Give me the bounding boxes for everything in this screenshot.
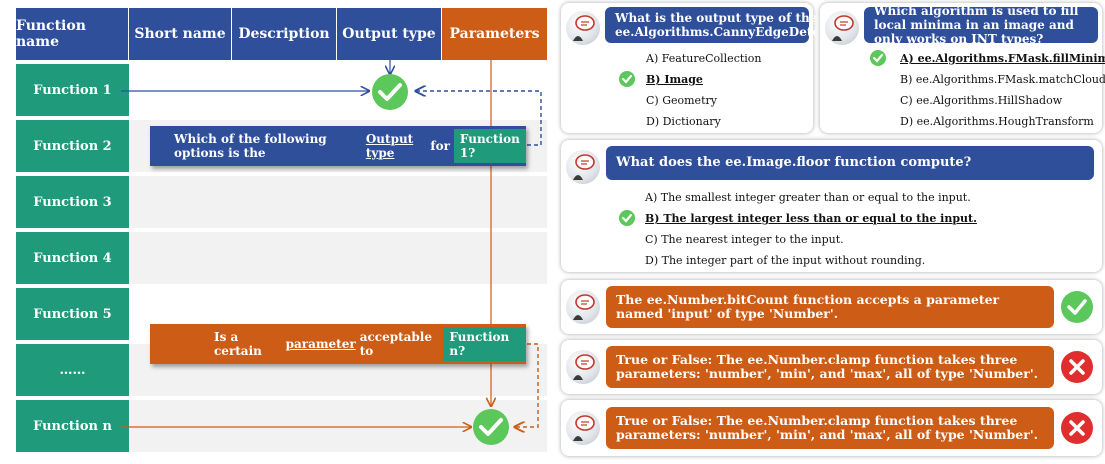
quiz-card-1: What is the output type of the ee.Algori…: [561, 3, 854, 133]
chat-avatar-icon: [566, 290, 600, 324]
quiz-card-3: What does the ee.Image.floor function co…: [561, 140, 1102, 272]
check-icon: [870, 50, 886, 66]
q3-option-a[interactable]: A) The smallest integer greater than or …: [645, 191, 971, 204]
callout2-underlined: parameter: [285, 337, 356, 351]
check-icon: [473, 409, 509, 445]
s3-statement-box: True or False: The ee.Number.clamp funct…: [606, 407, 1054, 449]
q1-option-a[interactable]: A) FeatureCollection: [646, 52, 762, 65]
q2-option-a[interactable]: A) ee.Algorithms.FMask.fillMinima: [900, 52, 1105, 65]
flow-arrows: [121, 60, 542, 445]
callout2-suffix: acceptable to: [359, 330, 433, 358]
cross-icon: [1061, 351, 1093, 383]
callout1-function-tag: Function 1?: [453, 129, 526, 163]
cross-icon: [1061, 412, 1093, 444]
statement-card-2: True or False: The ee.Number.clamp funct…: [561, 340, 1102, 394]
q2-option-d[interactable]: D) ee.Algorithms.HoughTransform: [900, 115, 1094, 128]
q2-option-c[interactable]: C) ee.Algorithms.HillShadow: [900, 94, 1062, 107]
q3-question-box: What does the ee.Image.floor function co…: [606, 146, 1094, 180]
q1-option-b[interactable]: B) Image: [646, 73, 703, 86]
check-icon: [619, 210, 635, 226]
output-type-question-callout: Which of the following options is the Ou…: [150, 126, 526, 166]
statement-card-1: The ee.Number.bitCount function accepts …: [561, 280, 1102, 334]
s1-statement-box: The ee.Number.bitCount function accepts …: [606, 286, 1054, 328]
callout1-prefix: Which of the following options is the: [174, 132, 327, 160]
function-table-diagram: Function name Short name Description Out…: [7, 0, 547, 458]
q2-question-box: Which algorithm is used to fill local mi…: [864, 4, 1098, 46]
q1-question-box: What is the output type of the ee.Algori…: [605, 7, 854, 43]
chat-avatar-icon: [566, 350, 600, 384]
q3-option-b[interactable]: B) The largest integer less than or equa…: [645, 212, 977, 225]
check-icon: [372, 74, 408, 110]
q3-option-d[interactable]: D) The integer part of the input without…: [645, 254, 925, 267]
statement-card-3: True or False: The ee.Number.clamp funct…: [561, 400, 1102, 456]
chat-avatar-icon: [566, 150, 600, 184]
q2-option-b[interactable]: B) ee.Algorithms.FMask.matchClouds: [900, 73, 1105, 86]
q1-option-c[interactable]: C) Geometry: [646, 94, 717, 107]
q1-option-d[interactable]: D) Dictionary: [646, 115, 721, 128]
check-icon: [619, 71, 635, 87]
s2-statement-box: True or False: The ee.Number.clamp funct…: [606, 346, 1054, 388]
parameter-question-callout: Is a certain parameter acceptable to Fun…: [150, 324, 526, 364]
callout2-function-tag: Function n?: [443, 327, 526, 361]
chat-avatar-icon: [566, 11, 600, 45]
check-icon: [1061, 291, 1093, 323]
quiz-card-2: Which algorithm is used to fill local mi…: [820, 3, 1105, 133]
callout1-underlined: Output type: [365, 132, 414, 160]
q3-option-c[interactable]: C) The nearest integer to the input.: [645, 233, 844, 246]
callout2-prefix: Is a certain: [214, 330, 262, 358]
chat-avatar-icon: [566, 411, 600, 445]
callout1-suffix: for: [430, 139, 450, 153]
chat-avatar-icon: [825, 11, 859, 45]
